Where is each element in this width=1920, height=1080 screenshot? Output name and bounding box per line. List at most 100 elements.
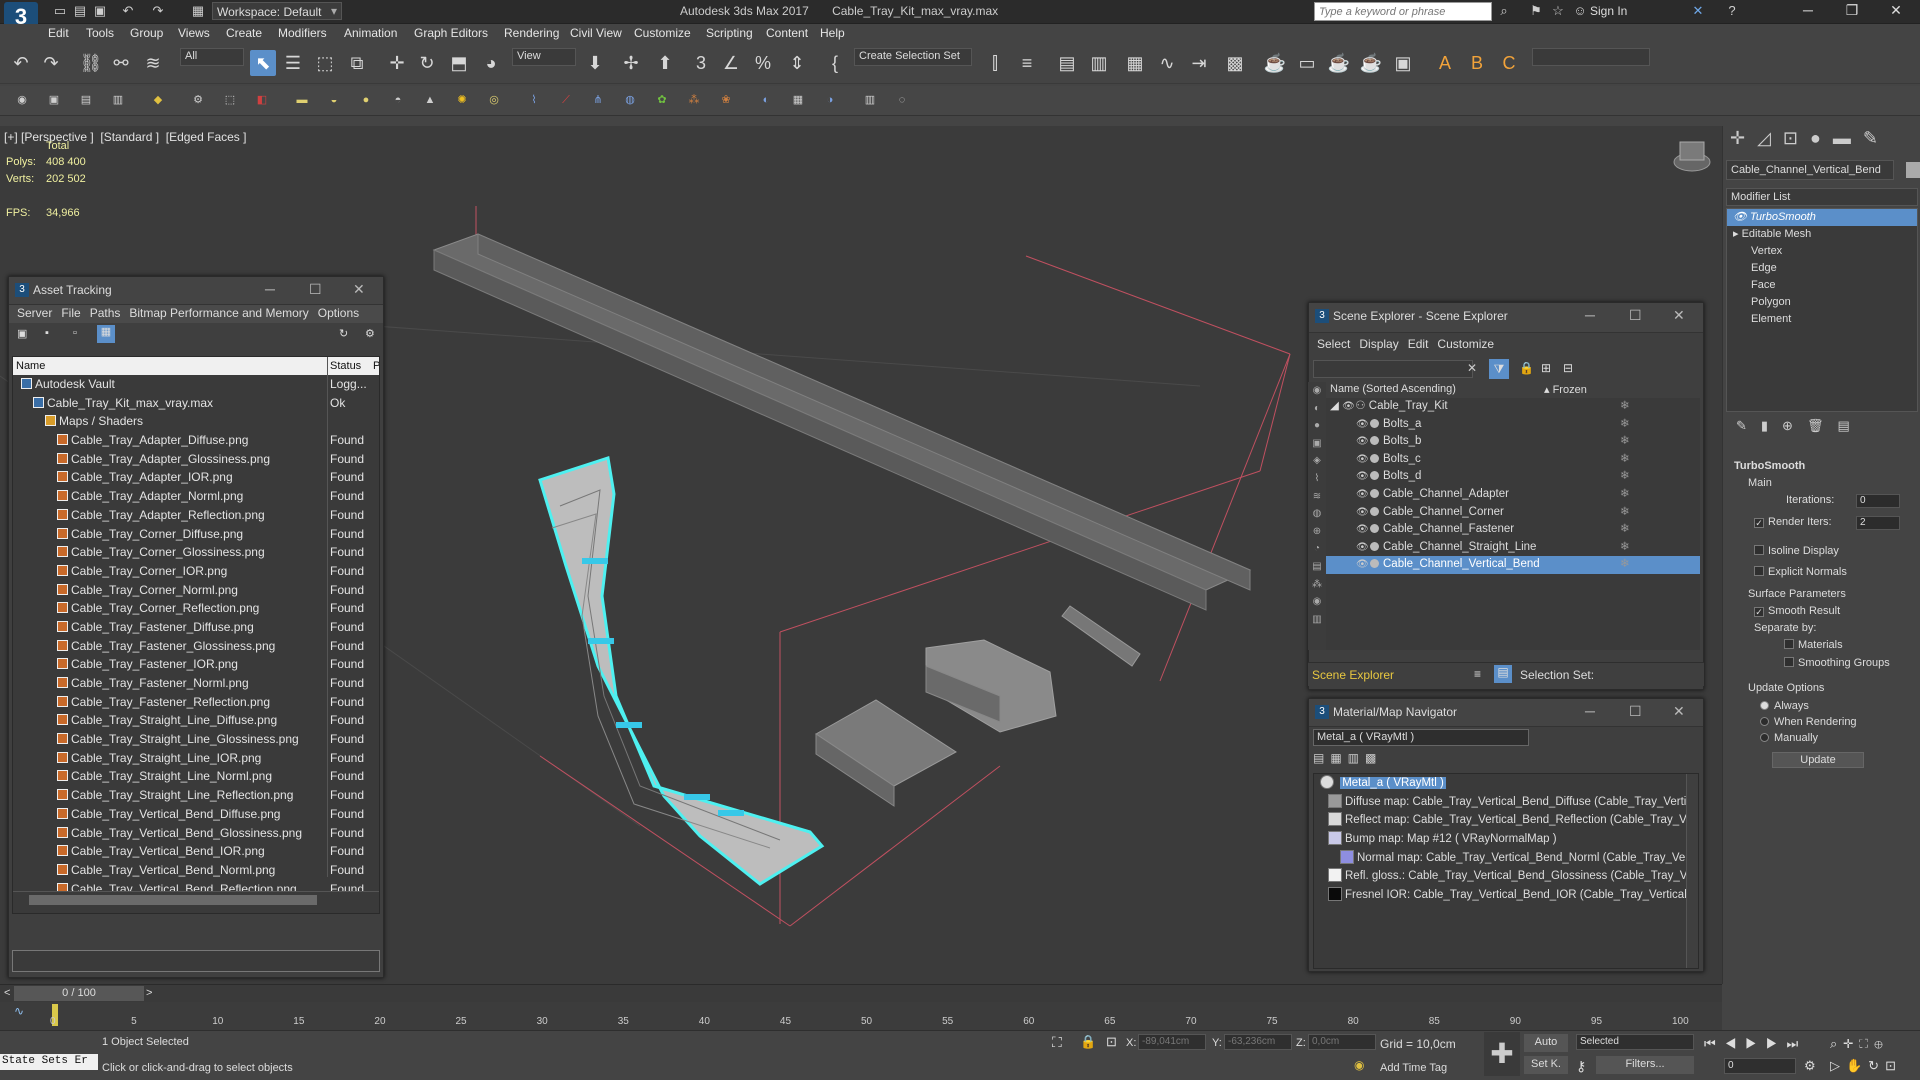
user-icon[interactable]: ☺ bbox=[1572, 2, 1588, 20]
asset-row[interactable]: Cable_Tray_Corner_Glossiness.png Found bbox=[13, 543, 379, 562]
asset-row[interactable]: Cable_Tray_Fastener_Diffuse.png Found bbox=[13, 618, 379, 637]
mirror-icon[interactable]: ⫿ bbox=[982, 50, 1008, 76]
save-icon[interactable]: ▣ bbox=[92, 2, 108, 20]
menu-server[interactable]: Server bbox=[17, 306, 52, 320]
asset-row[interactable]: Autodesk Vault Logg... bbox=[13, 375, 379, 394]
auto-key-button[interactable]: Auto bbox=[1524, 1034, 1568, 1052]
render-preset-dropdown[interactable] bbox=[1532, 48, 1650, 66]
set-key-button[interactable]: Set K. bbox=[1524, 1056, 1568, 1074]
time-slider[interactable]: < 0 / 100 > bbox=[0, 984, 1722, 1002]
named-selection-icon[interactable]: { bbox=[822, 50, 848, 76]
menu-animation[interactable]: Animation bbox=[344, 26, 397, 40]
time-config-icon[interactable]: ⚙ bbox=[1804, 1058, 1816, 1074]
hierarchy-icon[interactable]: ⊞ bbox=[1541, 361, 1551, 375]
keyboard-shortcut-icon[interactable]: ⬆ bbox=[652, 50, 678, 76]
vray-scene-icon[interactable]: ▥ bbox=[862, 92, 878, 108]
menu-civil-view[interactable]: Civil View bbox=[570, 26, 622, 40]
snaps-toggle-icon[interactable]: 3 bbox=[688, 50, 714, 76]
always-radio[interactable] bbox=[1760, 701, 1769, 710]
smoothing-groups-checkbox[interactable] bbox=[1784, 657, 1794, 667]
y-coordinate[interactable]: -63,236cm bbox=[1224, 1034, 1292, 1050]
corner-piece[interactable] bbox=[925, 639, 1057, 733]
asset-row[interactable]: Cable_Tray_Straight_Line_Reflection.png F… bbox=[13, 786, 379, 805]
window-crossing-icon[interactable]: ⧉ bbox=[344, 50, 370, 76]
frozen-icon[interactable]: ❄ bbox=[1620, 468, 1630, 485]
menu-paths[interactable]: Paths bbox=[90, 306, 121, 320]
schematic-view-icon[interactable]: ⇥ bbox=[1186, 50, 1212, 76]
frozen-icon[interactable]: ❄ bbox=[1620, 556, 1630, 573]
modifier-stack-item[interactable]: Vertex bbox=[1727, 243, 1917, 260]
vray-sun-icon[interactable]: ✺ bbox=[454, 92, 470, 108]
vray-ies-icon[interactable]: ◓ bbox=[390, 92, 406, 108]
menu-edit[interactable]: Edit bbox=[48, 26, 69, 40]
materials-checkbox[interactable] bbox=[1784, 639, 1794, 649]
asset-row[interactable]: Cable_Tray_Straight_Line_Glossiness.png F… bbox=[13, 730, 379, 749]
close-icon[interactable]: ✕ bbox=[1673, 703, 1685, 720]
frozen-icon[interactable]: ❄ bbox=[1620, 433, 1630, 450]
selection-set-icon[interactable]: ▤ bbox=[1494, 665, 1512, 683]
viewport-nav-icons-2[interactable]: ▷✋↻⊡ bbox=[1830, 1058, 1902, 1074]
undo-icon[interactable]: ↶ bbox=[120, 2, 136, 20]
menu-modifiers[interactable]: Modifiers bbox=[278, 26, 327, 40]
workspace-dropdown[interactable]: Workspace: Default bbox=[212, 2, 342, 20]
menu-customize[interactable]: Customize bbox=[634, 26, 691, 40]
text-b-icon[interactable]: B bbox=[1464, 50, 1490, 76]
vray-icon-1[interactable]: ◉ bbox=[14, 92, 30, 108]
asset-row[interactable]: Cable_Tray_Fastener_Reflection.png Found bbox=[13, 693, 379, 712]
asset-row[interactable]: Cable_Tray_Straight_Line_Norml.png Found bbox=[13, 767, 379, 786]
current-material-field[interactable]: Metal_a ( VRayMtl ) bbox=[1313, 729, 1529, 746]
link-icon[interactable]: ⛓ bbox=[78, 50, 104, 76]
manually-radio[interactable] bbox=[1760, 733, 1769, 742]
menu-content[interactable]: Content bbox=[766, 26, 808, 40]
col-name-sorted[interactable]: Name (Sorted Ascending) bbox=[1330, 383, 1456, 395]
vertical-scrollbar[interactable] bbox=[1686, 774, 1698, 968]
scene-explorer-icon[interactable]: ▤ bbox=[1054, 50, 1080, 76]
col-frozen[interactable]: ▴ Frozen bbox=[1544, 383, 1587, 396]
ribbon-icon[interactable]: ▦ bbox=[1122, 50, 1148, 76]
layers-icon[interactable]: ⊟ bbox=[1563, 361, 1573, 375]
vray-light-icon[interactable]: ▬ bbox=[294, 92, 310, 108]
angle-snap-icon[interactable]: ∠ bbox=[718, 50, 744, 76]
iterations-spinner[interactable]: 0 bbox=[1856, 494, 1900, 508]
minimize-icon[interactable]: ─ bbox=[1585, 307, 1595, 323]
explicit-normals-checkbox[interactable] bbox=[1754, 566, 1764, 576]
tree-icon[interactable]: ▫ bbox=[73, 327, 77, 339]
asset-path-field[interactable] bbox=[12, 950, 380, 972]
close-icon[interactable]: ✕ bbox=[1673, 307, 1685, 324]
star-icon[interactable]: ☆ bbox=[1550, 2, 1566, 20]
vray-icon-4[interactable]: ▥ bbox=[110, 92, 126, 108]
asset-row[interactable]: Cable_Tray_Straight_Line_Diffuse.png Foun… bbox=[13, 711, 379, 730]
frozen-icon[interactable]: ❄ bbox=[1620, 451, 1630, 468]
material-navigator-titlebar[interactable]: 3 Material/Map Navigator ─ ☐ ✕ bbox=[1309, 699, 1703, 727]
scene-item[interactable]: 👁 Bolts_a ❄ bbox=[1326, 416, 1700, 434]
modifier-stack-item[interactable]: ▸ Editable Mesh bbox=[1727, 226, 1917, 243]
vray-ambient-icon[interactable]: ◎ bbox=[486, 92, 502, 108]
bind-spacewarp-icon[interactable]: ≋ bbox=[140, 50, 166, 76]
track-bar[interactable]: ∿ 0 5 10 15 20 25 30 35 40 45 50 55 60 65 70 75 80 85 90 95… bbox=[0, 1002, 1722, 1030]
time-slider-thumb[interactable]: 0 / 100 bbox=[14, 986, 144, 1001]
menu-rendering[interactable]: Rendering bbox=[504, 26, 559, 40]
filters-button[interactable]: Filters... bbox=[1596, 1056, 1694, 1074]
eye-icon[interactable]: 👁 bbox=[1356, 556, 1369, 573]
next-frame-icon[interactable]: > bbox=[146, 987, 152, 999]
rendered-frame-icon[interactable]: ▭ bbox=[1294, 50, 1320, 76]
asset-row[interactable]: Cable_Tray_Adapter_Diffuse.png Found bbox=[13, 431, 379, 450]
menu-graph-editors[interactable]: Graph Editors bbox=[414, 26, 488, 40]
sign-in-link[interactable]: Sign In bbox=[1590, 4, 1627, 18]
project-icon[interactable]: ▦ bbox=[190, 2, 206, 20]
maximize-icon[interactable]: ☐ bbox=[1629, 307, 1642, 324]
rotate-icon[interactable]: ↻ bbox=[414, 50, 440, 76]
object-name-field[interactable]: Cable_Channel_Vertical_Bend bbox=[1726, 160, 1894, 180]
pivot-center-icon[interactable]: ⬇ bbox=[582, 50, 608, 76]
list-icon[interactable]: ▪ bbox=[45, 327, 49, 339]
modifier-stack-item[interactable]: Edge bbox=[1727, 260, 1917, 277]
open-file-icon[interactable]: ▤ bbox=[72, 2, 88, 20]
vray-icon-7[interactable]: ⬚ bbox=[222, 92, 238, 108]
asset-row[interactable]: Cable_Tray_Corner_Norml.png Found bbox=[13, 581, 379, 600]
absolute-mode-icon[interactable]: ⊡ bbox=[1106, 1034, 1117, 1050]
x-coordinate[interactable]: -89,041cm bbox=[1138, 1034, 1206, 1050]
menu-edit[interactable]: Edit bbox=[1408, 337, 1429, 351]
asset-row[interactable]: Maps / Shaders bbox=[13, 412, 379, 431]
frozen-icon[interactable]: ❄ bbox=[1620, 521, 1630, 538]
asset-row[interactable]: Cable_Tray_Vertical_Bend_Diffuse.png Foun… bbox=[13, 805, 379, 824]
